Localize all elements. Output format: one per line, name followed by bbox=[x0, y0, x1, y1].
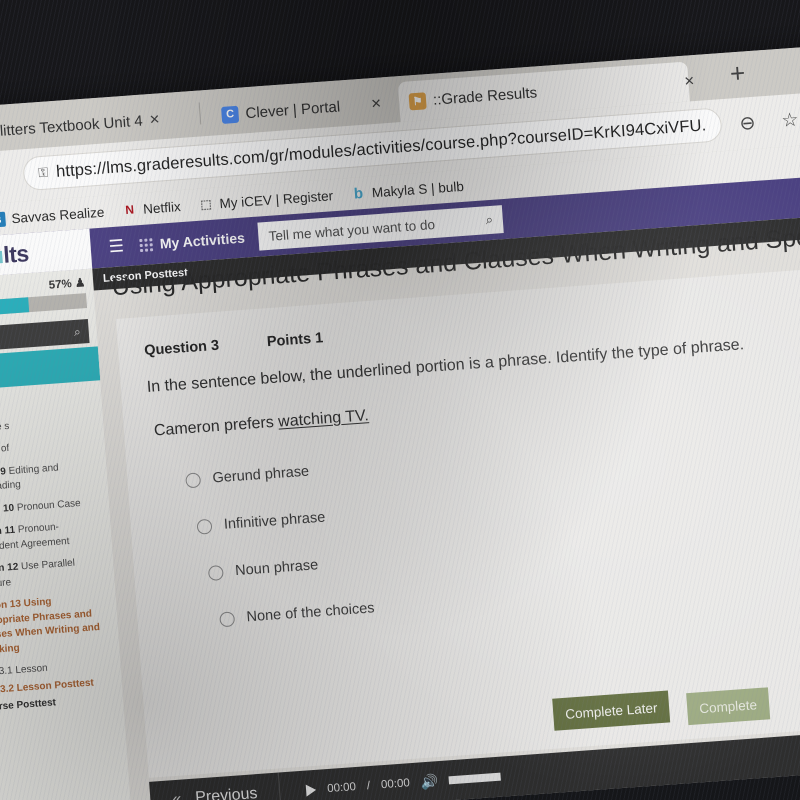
answer-choice-label: Noun phrase bbox=[234, 557, 319, 580]
trophy-icon: ♟ bbox=[74, 277, 86, 290]
sidebar-item-number: Lesson 12 bbox=[0, 561, 19, 577]
document-icon: ⬚ bbox=[199, 196, 213, 212]
progress-bar-fill: 3% bbox=[0, 297, 30, 318]
sidebar-item-usage[interactable]: 4 Editing and Proofreading Usage of bbox=[0, 436, 99, 460]
tell-me-placeholder: Tell me what you want to do bbox=[268, 216, 436, 244]
volume-slider[interactable] bbox=[448, 772, 502, 785]
sidebar-item-label: Editing and Proofreading bbox=[0, 461, 59, 495]
sidebar-item-label: Sentence s bbox=[0, 420, 10, 435]
bookmark-netflix[interactable]: N Netflix bbox=[122, 199, 181, 218]
hamburger-menu-icon[interactable]: ☰ bbox=[108, 236, 125, 257]
time-total: 00:00 bbox=[380, 777, 411, 792]
new-tab-button[interactable]: + bbox=[729, 57, 746, 88]
tab-close-icon[interactable]: × bbox=[371, 94, 382, 115]
brand-text: Results bbox=[0, 239, 30, 269]
radio-icon[interactable] bbox=[196, 518, 213, 535]
netflix-icon: N bbox=[124, 202, 135, 218]
sidebar-item-lesson-9[interactable]: Lesson 9 Editing and Proofreading bbox=[0, 458, 102, 497]
tab-title: ::Grade Results bbox=[432, 83, 538, 109]
tab-close-icon[interactable]: × bbox=[149, 109, 160, 130]
bookmark-label: Savvas Realize bbox=[10, 204, 105, 226]
sidebar-item-lesson-10[interactable]: Lesson 10 Pronoun Case bbox=[0, 495, 104, 519]
time-separator: / bbox=[366, 780, 371, 793]
sidebar-item-sentences[interactable]: Sentence s bbox=[0, 413, 98, 437]
bookmark-label: Netflix bbox=[142, 198, 182, 217]
complete-button[interactable]: Complete bbox=[686, 687, 771, 726]
progress-bar: 3% bbox=[0, 293, 88, 318]
sidebar-item-label-usage: Usage of bbox=[0, 442, 10, 457]
sidebar-item-tenses[interactable]: Tenses bbox=[0, 391, 96, 415]
bookmark-my-icev[interactable]: ⬚ My iCEV | Register bbox=[198, 188, 334, 213]
sidebar-item-lesson-13[interactable]: Lesson 13 Using Appropriate Phrases and … bbox=[0, 591, 114, 659]
lms-page: Results ☰ My Activities Tell me what you… bbox=[0, 170, 800, 800]
sidebar-item-number: Lesson 11 bbox=[0, 524, 16, 540]
my-activities-label: My Activities bbox=[159, 229, 246, 252]
bookmark-savvas-realize[interactable]: s Savvas Realize bbox=[0, 204, 105, 228]
radio-icon[interactable] bbox=[207, 564, 224, 581]
progress-section: Q3 57% ♟ 3% bbox=[0, 269, 96, 326]
browser-tab-clever-close[interactable]: × bbox=[359, 82, 393, 125]
search-icon: ⌕ bbox=[73, 324, 82, 339]
time-current: 00:00 bbox=[326, 781, 357, 796]
sidebar-item-label: Lesson 13 Using Appropriate Phrases and … bbox=[0, 596, 101, 657]
progress-percent-value: 57% bbox=[48, 278, 73, 292]
computer-screen: Glitters Textbook Unit 4 × C Clever | Po… bbox=[0, 41, 800, 800]
my-activities-button[interactable]: My Activities bbox=[139, 230, 245, 253]
radio-icon[interactable] bbox=[185, 471, 202, 488]
chevron-left-icon: « bbox=[171, 790, 182, 800]
lock-icon: ⚿ bbox=[37, 164, 49, 181]
play-icon[interactable] bbox=[305, 783, 317, 797]
tab-separator bbox=[198, 102, 202, 125]
sidebar-item-number: Lesson 9 bbox=[0, 465, 7, 480]
sidebar-accent-block bbox=[0, 346, 101, 392]
audio-player: 00:00 / 00:00 🔊 bbox=[280, 768, 502, 800]
previous-label: Previous bbox=[194, 785, 258, 800]
bulb-icon: b bbox=[353, 184, 364, 203]
bookmark-label: Makyla S | bulb bbox=[371, 178, 465, 200]
tab-title: Clever | Portal bbox=[244, 97, 341, 122]
radio-icon[interactable] bbox=[219, 610, 236, 627]
sidebar-item-label: Course Posttest bbox=[0, 697, 57, 714]
grid-icon bbox=[139, 237, 154, 252]
answer-choice-label: Infinitive phrase bbox=[223, 509, 326, 533]
savvas-icon: s bbox=[0, 211, 7, 228]
tab-close-icon[interactable]: × bbox=[684, 71, 695, 92]
sidebar-item-lesson-11[interactable]: Lesson 11 Pronoun-Antecedent Agreement bbox=[0, 517, 106, 556]
answer-choice-gerund[interactable]: Gerund phrase bbox=[185, 422, 800, 489]
bookmark-bulb[interactable]: b Makyla S | bulb bbox=[350, 178, 465, 203]
bookmark-label: My iCEV | Register bbox=[218, 187, 334, 211]
sidebar-item-number: Lesson 10 bbox=[0, 502, 15, 516]
answer-choice-label: Gerund phrase bbox=[212, 463, 310, 487]
grade-results-favicon-icon: ⚑ bbox=[408, 91, 427, 110]
browser-tab-active-close[interactable]: × bbox=[673, 60, 706, 102]
search-icon: ⌕ bbox=[485, 211, 494, 228]
sidebar-item-label: Pronoun Case bbox=[16, 497, 82, 514]
volume-icon[interactable]: 🔊 bbox=[420, 773, 439, 791]
clever-favicon-icon: C bbox=[221, 105, 240, 124]
progress-percent: 57% ♟ bbox=[48, 275, 85, 292]
photo-of-screen: Glitters Textbook Unit 4 × C Clever | Po… bbox=[0, 0, 800, 800]
answer-choice-label: None of the choices bbox=[246, 600, 376, 626]
favorite-star-icon[interactable]: ☆ bbox=[781, 109, 800, 133]
zoom-out-icon[interactable]: ⊖ bbox=[739, 112, 757, 136]
sidebar-subitem-label: 13.1 Lesson bbox=[0, 662, 49, 678]
tab-title: Glitters Textbook Unit 4 bbox=[0, 112, 144, 141]
sidebar-item-lesson-12[interactable]: Lesson 12 Use Parallel Structure bbox=[0, 554, 109, 593]
